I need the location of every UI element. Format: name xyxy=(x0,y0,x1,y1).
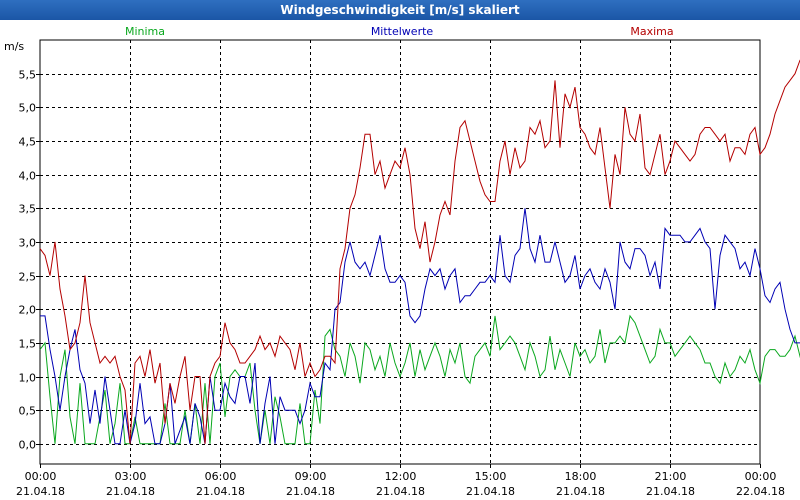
x-tick-time-label: 00:00 xyxy=(745,470,777,483)
y-axis: m/s 0,0 0,5 1,0 1,5 2,0 2,5 3,0 3,5 4,0 4,5 5,0 5,5 xyxy=(4,40,40,452)
x-tick-date-label: 21.04.18 xyxy=(376,485,425,498)
x-tick-date-label: 21.04.18 xyxy=(196,485,245,498)
y-tick-label: 3,5 xyxy=(19,203,37,216)
y-tick-label: 0,5 xyxy=(19,405,37,418)
x-tick-time-label: 12:00 xyxy=(385,470,417,483)
y-tick-label: 1,5 xyxy=(19,338,37,351)
x-tick-date-label: 21.04.18 xyxy=(16,485,65,498)
chart-title: Windgeschwindigkeit [m/s] skaliert xyxy=(280,3,520,17)
y-tick-label: 5,0 xyxy=(19,102,37,115)
x-tick-time-label: 21:00 xyxy=(655,470,687,483)
y-tick-label: 4,0 xyxy=(19,170,37,183)
x-tick-time-label: 06:00 xyxy=(205,470,237,483)
x-tick-date-label: 21.04.18 xyxy=(286,485,335,498)
y-tick-label: 4,5 xyxy=(19,136,37,149)
x-tick-date-label: 21.04.18 xyxy=(106,485,155,498)
y-tick-label: 1,0 xyxy=(19,372,37,385)
legend-mittelwerte: Mittelwerte xyxy=(371,25,434,38)
x-tick-time-label: 15:00 xyxy=(475,470,507,483)
legend-maxima: Maxima xyxy=(630,25,673,38)
x-axis: 00:00 21.04.18 03:00 21.04.18 06:00 21.04.18 0… xyxy=(16,464,785,498)
wind-speed-chart: m/s 0,0 0,5 1,0 1,5 2,0 2,5 3,0 3,5 4,0 4,5 5,0 5,5… xyxy=(4,25,800,498)
x-tick-date-label: 22.04.18 xyxy=(736,485,785,498)
chart-title-bar: Windgeschwindigkeit [m/s] skaliert xyxy=(0,0,800,20)
y-tick-label: 3,0 xyxy=(19,237,37,250)
x-tick-time-label: 09:00 xyxy=(295,470,327,483)
x-tick-time-label: 03:00 xyxy=(115,470,147,483)
x-tick-date-label: 21.04.18 xyxy=(556,485,605,498)
y-tick-label: 2,0 xyxy=(19,304,37,317)
y-tick-label: 0,0 xyxy=(19,439,37,452)
x-tick-time-label: 00:00 xyxy=(25,470,57,483)
y-axis-unit-label: m/s xyxy=(4,40,24,53)
y-tick-label: 5,5 xyxy=(19,69,37,82)
legend-minima: Minima xyxy=(125,25,165,38)
y-tick-label: 2,5 xyxy=(19,271,37,284)
x-tick-date-label: 21.04.18 xyxy=(646,485,695,498)
x-tick-date-label: 21.04.18 xyxy=(466,485,515,498)
x-tick-time-label: 18:00 xyxy=(565,470,597,483)
